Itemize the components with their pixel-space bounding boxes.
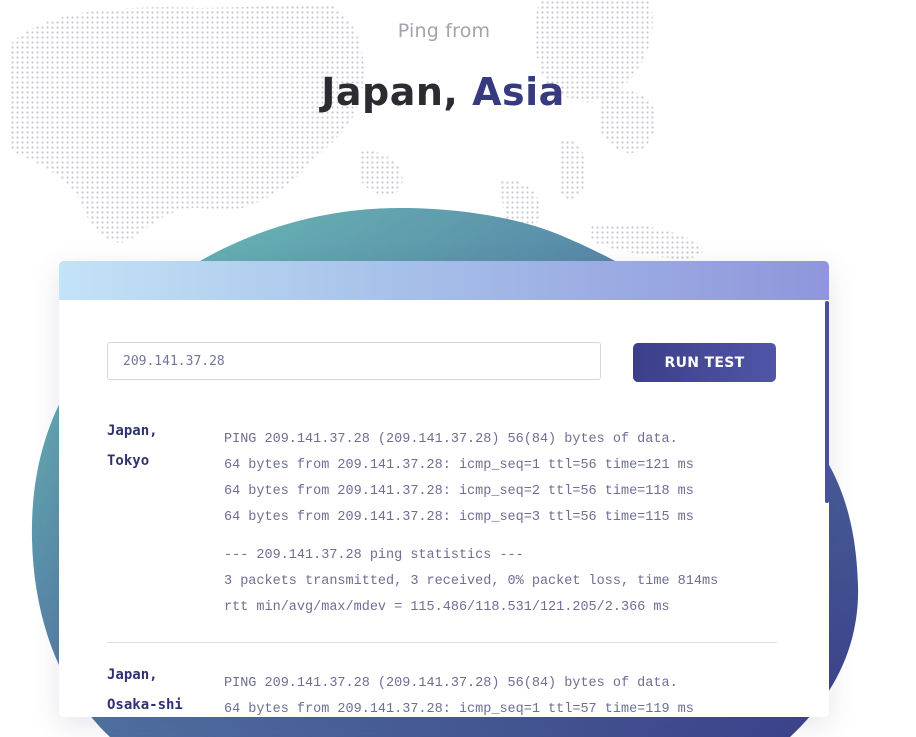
result-location-country: Japan, [107,423,158,439]
ping-line: 64 bytes from 209.141.37.28: icmp_seq=1 … [224,702,694,717]
page-title: Japan, Asia [0,70,886,114]
result-location: Japan, Osaka-shi [107,660,183,717]
result-location-country: Japan, [107,667,158,683]
ping-output: PING 209.141.37.28 (209.141.37.28) 56(84… [224,671,694,717]
result-divider [107,642,777,643]
ping-line: 64 bytes from 209.141.37.28: icmp_seq=2 … [224,484,694,499]
ping-card: RUN TEST Japan, Tokyo PING 209.141.37.28… [59,261,829,717]
ping-stats-line: rtt min/avg/max/mdev = 115.486/118.531/1… [224,600,670,615]
card-header-bar [59,261,829,300]
result-location: Japan, Tokyo [107,416,158,476]
ping-stats-line: --- 209.141.37.28 ping statistics --- [224,548,524,563]
result-location-city: Tokyo [107,453,150,469]
ip-address-input[interactable] [107,342,601,380]
title-country: Japan, [321,70,459,114]
ping-line: PING 209.141.37.28 (209.141.37.28) 56(84… [224,676,678,691]
title-region: Asia [472,70,565,114]
ping-output: PING 209.141.37.28 (209.141.37.28) 56(84… [224,427,718,621]
result-location-city: Osaka-shi [107,697,183,713]
ping-line: 64 bytes from 209.141.37.28: icmp_seq=3 … [224,510,694,525]
ping-line: PING 209.141.37.28 (209.141.37.28) 56(84… [224,432,678,447]
ping-line: 64 bytes from 209.141.37.28: icmp_seq=1 … [224,458,694,473]
ping-stats-line: 3 packets transmitted, 3 received, 0% pa… [224,574,719,589]
page-subtitle: Ping from [397,20,491,42]
scrollbar[interactable] [825,301,829,503]
run-test-button[interactable]: RUN TEST [633,343,776,382]
page: Ping from Japan, Asia RUN TEST Japan, To… [0,0,916,737]
